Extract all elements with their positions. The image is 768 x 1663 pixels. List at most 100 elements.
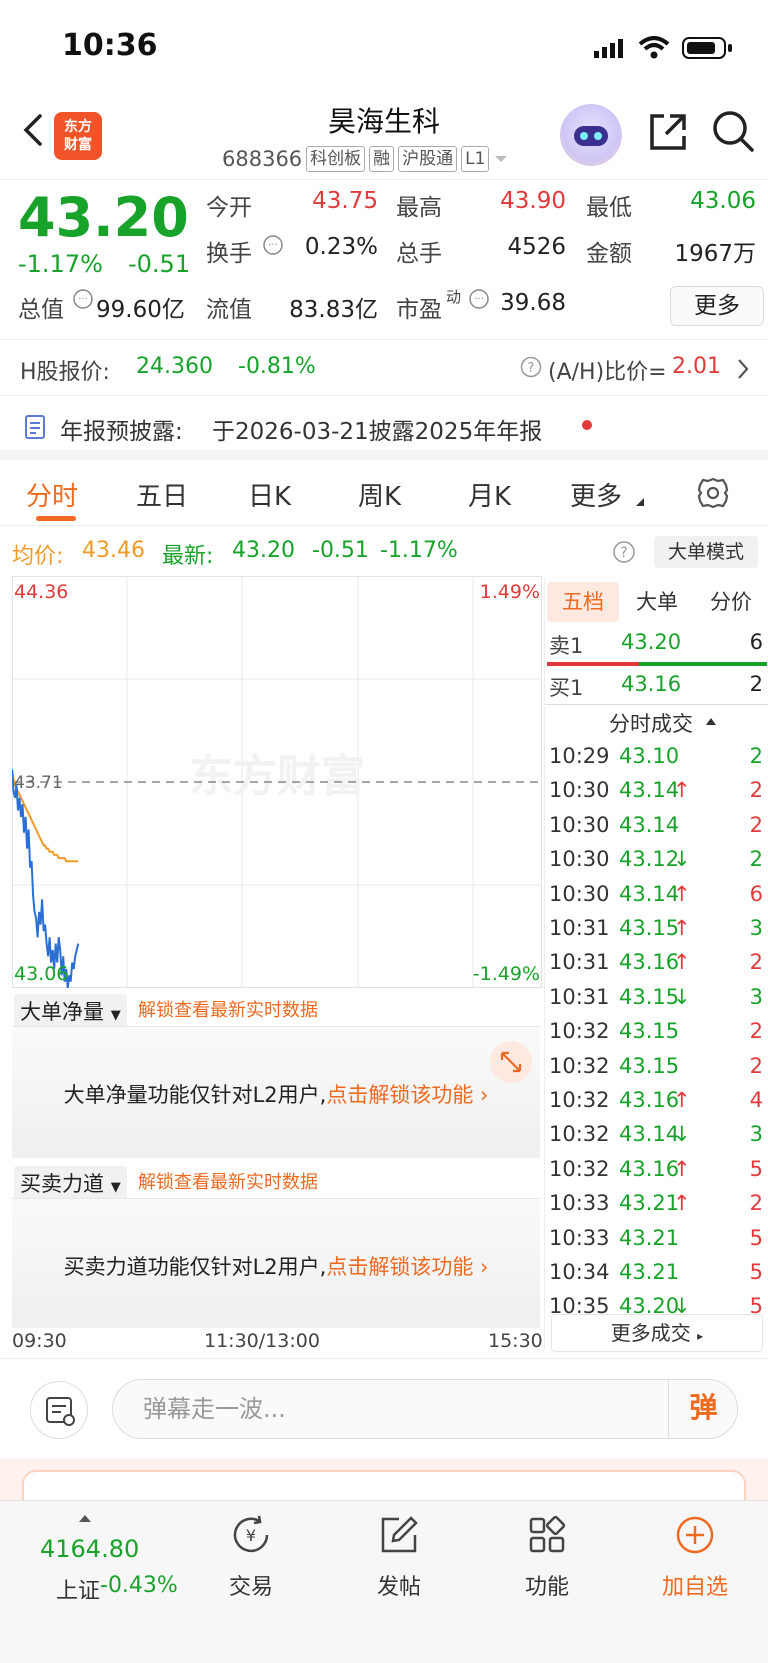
tick-direction: ↑ xyxy=(673,1191,691,1216)
tick-row: 10:34 43.21 5 xyxy=(545,1258,768,1292)
share-icon[interactable] xyxy=(646,110,690,154)
barrage-settings-button[interactable] xyxy=(30,1381,88,1439)
index-pct: -0.43% xyxy=(100,1573,178,1598)
search-icon[interactable] xyxy=(710,108,756,154)
latest-pct: -1.17% xyxy=(380,538,458,563)
avg-value: 43.46 xyxy=(82,538,145,563)
tab-intraday[interactable]: 分时 xyxy=(26,476,78,513)
tick-row: 10:33 43.21 5 xyxy=(545,1224,768,1258)
open-value: 43.75 xyxy=(312,188,378,214)
tick-volume: 5 xyxy=(749,1156,763,1181)
help-icon[interactable]: ? xyxy=(520,356,542,378)
current-price: 43.20 xyxy=(18,186,189,249)
h-share-row[interactable]: H股报价: 24.360 -0.81% ? (A/H)比价= 2.01 xyxy=(0,340,768,396)
float-label: 流值 xyxy=(206,297,252,323)
tick-row: 10:32 43.16 ↑ 4 xyxy=(545,1086,768,1120)
tick-direction: ↑ xyxy=(673,881,691,906)
info-icon[interactable]: ··· xyxy=(262,234,284,256)
intraday-chart[interactable]: 东方财富 44.36 43.71 43.06 1.49% -1.49% xyxy=(12,576,542,988)
promo-strip xyxy=(0,1458,768,1510)
index-value: 4164.80 xyxy=(40,1535,140,1563)
expand-button[interactable] xyxy=(490,1041,532,1083)
tick-time: 10:33 xyxy=(549,1191,610,1216)
tab-five-day[interactable]: 五日 xyxy=(136,476,188,513)
tab-monthly-k[interactable]: 月K xyxy=(468,476,511,513)
unlock-feature-link-1[interactable]: 点击解锁该功能 xyxy=(326,1083,473,1107)
tick-row: 10:31 43.16 ↑ 2 xyxy=(545,948,768,982)
active-tab-indicator xyxy=(36,516,76,521)
trade-icon: ¥ xyxy=(233,1515,269,1553)
tab-big-orders[interactable]: 大单 xyxy=(621,582,693,622)
dropdown-icon[interactable] xyxy=(493,153,509,165)
svg-text:···: ··· xyxy=(474,294,484,305)
tab-daily-k[interactable]: 日K xyxy=(248,476,291,513)
tick-volume: 2 xyxy=(749,1019,763,1044)
tag-star-market: 科创板 xyxy=(306,146,366,172)
h-share-label: H股报价: xyxy=(20,360,110,385)
annual-report-banner[interactable]: 年报预披露: 于2026-03-21披露2025年年报 xyxy=(0,396,768,460)
tick-price: 43.21 xyxy=(619,1225,680,1250)
sell-1-volume: 6 xyxy=(749,630,763,654)
unlock-feature-link-2[interactable]: 点击解锁该功能 xyxy=(326,1255,473,1279)
quote-panel: 43.20 -1.17% -0.51 今开 43.75 最高 43.90 最低 … xyxy=(0,180,768,340)
tick-price: 43.14 xyxy=(619,778,680,803)
big-order-panel-title[interactable]: 大单净量 ▼ xyxy=(14,994,127,1028)
more-ticks-button[interactable]: 更多成交 ▸ xyxy=(551,1314,763,1352)
buy-sell-power-title[interactable]: 买卖力道 ▼ xyxy=(14,1166,127,1200)
tick-time: 10:31 xyxy=(549,916,610,940)
info-icon[interactable]: ··· xyxy=(468,288,490,310)
buy-1-price: 43.16 xyxy=(621,672,682,696)
tick-time: 10:32 xyxy=(549,1156,610,1181)
tick-time: 10:32 xyxy=(549,1053,610,1078)
nav-add-watchlist[interactable]: 加自选 xyxy=(640,1513,750,1601)
tick-volume: 5 xyxy=(749,1260,763,1284)
barrage-bar: 弹幕走一波... 弹 xyxy=(0,1358,768,1458)
svg-text:···: ··· xyxy=(268,240,278,251)
chevron-right-icon xyxy=(738,359,749,379)
nav-trade[interactable]: ¥ 交易 xyxy=(196,1513,306,1601)
ticks-header[interactable]: 分时成交 xyxy=(545,706,768,740)
ah-ratio-label: (A/H)比价= xyxy=(548,360,667,385)
more-quote-button[interactable]: 更多 xyxy=(670,286,764,326)
tab-more[interactable]: 更多 xyxy=(570,476,622,513)
help-icon[interactable]: ? xyxy=(612,540,636,564)
svg-text:?: ? xyxy=(620,545,627,561)
nav-functions[interactable]: 功能 xyxy=(492,1513,602,1601)
caret-up-icon xyxy=(706,718,716,725)
locked-message-2: 买卖力道功能仅针对L2用户, xyxy=(63,1255,327,1279)
tick-price: 43.14 xyxy=(619,812,680,837)
tick-volume: 2 xyxy=(749,847,763,872)
back-icon[interactable] xyxy=(14,110,54,150)
app-logo[interactable]: 东方 财富 xyxy=(54,112,102,160)
unlock-link-1[interactable]: 解锁查看最新实时数据 xyxy=(138,996,318,1022)
x-label-end: 15:30 xyxy=(488,1330,543,1352)
big-order-mode-button[interactable]: 大单模式 xyxy=(654,536,758,568)
latest-change: -0.51 xyxy=(312,538,369,563)
tab-weekly-k[interactable]: 周K xyxy=(358,476,401,513)
order-book-panel: 五档 大单 分价 卖1 43.20 6 买1 43.16 2 分时成交 10:2… xyxy=(544,578,768,1352)
barrage-list-icon xyxy=(46,1397,75,1426)
nav-post[interactable]: 发帖 xyxy=(344,1513,454,1601)
tick-row: 10:29 43.10 2 xyxy=(545,742,768,776)
settings-icon[interactable] xyxy=(696,476,730,510)
tick-volume: 4 xyxy=(749,1088,763,1112)
tick-direction: ↓ xyxy=(673,984,691,1009)
assistant-avatar[interactable] xyxy=(560,104,622,166)
tab-five-levels[interactable]: 五档 xyxy=(547,582,619,622)
mktcap-label: 总值 xyxy=(18,297,64,323)
tab-price-distribution[interactable]: 分价 xyxy=(695,582,767,622)
info-icon[interactable]: ··· xyxy=(72,288,94,310)
barrage-input[interactable]: 弹幕走一波... xyxy=(112,1379,738,1439)
tick-direction: ↑ xyxy=(673,916,691,940)
locked-message-1: 大单净量功能仅针对L2用户, xyxy=(63,1083,327,1107)
tick-direction: ↑ xyxy=(673,950,691,975)
watermark: 东方财富 xyxy=(189,751,365,802)
barrage-send-button[interactable]: 弹 xyxy=(668,1379,738,1439)
tick-row: 10:32 43.14 ↓ 3 xyxy=(545,1120,768,1154)
order-book-tabs: 五档 大单 分价 xyxy=(545,582,768,624)
y-bottom-label: 43.06 xyxy=(14,963,68,985)
unlock-link-2[interactable]: 解锁查看最新实时数据 xyxy=(138,1168,318,1194)
tick-price: 43.21 xyxy=(619,1191,680,1216)
change-percent: -1.17% xyxy=(18,250,103,278)
bottom-nav: 4164.80 上证 -0.43% ¥ 交易 发帖 功能 加自选 xyxy=(0,1500,768,1663)
